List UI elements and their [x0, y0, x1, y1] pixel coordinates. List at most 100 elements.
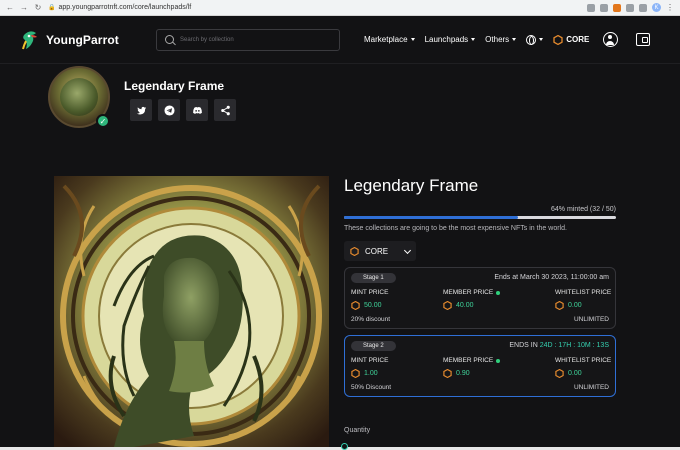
stage-discount: 20% discount	[351, 316, 391, 323]
minted-progress-bar	[344, 216, 616, 219]
minted-progress-text: 64% minted (32 / 50)	[551, 206, 616, 213]
mint-price-col: MINT PRICE 50.00	[351, 289, 388, 310]
twitter-button[interactable]	[130, 99, 152, 121]
logo-text: YoungParrot	[46, 32, 119, 47]
core-hex-icon	[555, 301, 564, 310]
discord-button[interactable]	[186, 99, 208, 121]
stage-badge: Stage 1	[351, 273, 396, 283]
verified-badge-icon: ✓	[96, 114, 110, 128]
address-bar[interactable]: 🔒 app.youngparrotnft.com/core/launchpads…	[48, 2, 581, 13]
core-hex-icon	[555, 369, 564, 378]
whitelist-price-label: WHITELIST PRICE	[555, 357, 612, 364]
stage-end-time: Ends at March 30 2023, 11:00:00 am	[494, 274, 609, 281]
globe-icon	[526, 34, 537, 45]
chain-dropdown-label: CORE	[365, 246, 389, 256]
member-price-label-text: MEMBER PRICE	[443, 289, 494, 296]
telegram-icon	[163, 104, 175, 116]
stage-countdown: ENDS IN 24D : 17H : 10M : 13S	[509, 342, 609, 349]
chain-dropdown[interactable]: CORE	[344, 241, 416, 261]
mint-panel: Legendary Frame 64% minted (32 / 50) The…	[344, 176, 616, 397]
whitelist-price-col: WHITELIST PRICE 0.00	[555, 289, 611, 310]
logo[interactable]: YoungParrot	[20, 29, 156, 51]
collection-header: ✓ Legendary Frame	[48, 66, 236, 128]
language-selector[interactable]	[526, 34, 544, 45]
member-price-label-text: MEMBER PRICE	[443, 357, 494, 364]
caret-down-icon	[539, 38, 544, 41]
whitelist-price-label: WHITELIST PRICE	[555, 289, 612, 296]
mint-price-label: MINT PRICE	[351, 357, 389, 364]
countdown-timer: 24D : 17H : 10M : 13S	[539, 342, 609, 349]
minted-progress-fill	[344, 216, 519, 219]
forward-icon[interactable]: →	[20, 3, 28, 12]
menu-launchpads[interactable]: Launchpads	[425, 35, 476, 44]
menu-marketplace-label: Marketplace	[364, 35, 408, 44]
core-hex-icon	[351, 301, 360, 310]
wallet-icon[interactable]	[636, 33, 651, 46]
menu-others[interactable]: Others	[485, 35, 517, 44]
extensions-icon[interactable]	[626, 3, 634, 12]
whitelist-price-col: WHITELIST PRICE 0.00	[555, 357, 611, 378]
menu-launchpads-label: Launchpads	[424, 35, 469, 44]
whitelist-price-value: 0.00	[555, 369, 611, 378]
parrot-logo-icon	[22, 30, 37, 49]
artwork-illustration	[54, 176, 329, 447]
stage-discount: 50% Discount	[351, 384, 392, 391]
back-icon[interactable]: ←	[6, 3, 14, 12]
mint-price-amount: 50.00	[364, 302, 382, 309]
caret-down-icon	[512, 38, 517, 41]
page: YoungParrot Search by collection Marketp…	[0, 16, 680, 450]
share-button[interactable]	[214, 99, 236, 121]
share-icon	[220, 105, 230, 115]
whitelist-price-amount: 0.00	[568, 370, 582, 377]
whitelist-price-amount: 0.00	[568, 302, 582, 309]
caret-down-icon	[471, 38, 476, 41]
member-price-col: MEMBER PRICE 0.90	[443, 357, 501, 378]
chain-selector[interactable]: CORE	[553, 34, 589, 45]
reload-icon[interactable]: ↻	[34, 3, 42, 12]
collection-avatar: ✓	[48, 66, 110, 128]
menu-marketplace[interactable]: Marketplace	[364, 35, 415, 44]
member-price-label: MEMBER PRICE	[443, 357, 501, 364]
main-menu: Marketplace Launchpads Others CORE	[364, 32, 651, 47]
mint-price-label: MINT PRICE	[351, 289, 389, 296]
stage-badge: Stage 2	[351, 341, 396, 351]
member-price-amount: 40.00	[456, 302, 474, 309]
member-price-col: MEMBER PRICE 40.00	[443, 289, 501, 310]
user-icon[interactable]	[603, 32, 619, 47]
member-price-amount: 0.90	[456, 370, 470, 377]
mint-price-value: 50.00	[351, 301, 388, 310]
search-input[interactable]: Search by collection	[156, 28, 340, 51]
social-links	[130, 99, 236, 121]
avatar-portrait	[60, 78, 98, 116]
top-nav: YoungParrot Search by collection Marketp…	[0, 16, 680, 64]
twitter-icon	[136, 106, 146, 114]
status-dot-icon	[496, 290, 501, 295]
member-price-value: 40.00	[443, 301, 500, 310]
profile-avatar[interactable]: K	[652, 3, 661, 12]
telegram-button[interactable]	[158, 99, 180, 121]
nft-artwork-image	[54, 176, 329, 447]
member-price-label: MEMBER PRICE	[443, 289, 501, 296]
caret-down-icon	[410, 38, 415, 41]
core-hex-icon	[443, 301, 452, 310]
stage-limit: UNLIMITED	[573, 316, 609, 323]
core-hex-icon	[351, 369, 360, 378]
core-hex-icon	[443, 369, 452, 378]
mint-price-amount: 1.00	[364, 370, 378, 377]
menu-icon[interactable]: ⋮	[666, 3, 674, 12]
quantity-label: Quantity	[344, 427, 371, 434]
stage-card[interactable]: Stage 1 Ends at March 30 2023, 11:00:00 …	[344, 267, 616, 329]
share-icon[interactable]	[587, 3, 595, 12]
stage-card-active[interactable]: Stage 2 ENDS IN 24D : 17H : 10M : 13S MI…	[344, 335, 616, 397]
star-icon[interactable]	[600, 3, 608, 12]
ends-in-label: ENDS IN	[509, 342, 538, 349]
core-hex-icon	[553, 34, 563, 45]
core-hex-icon	[350, 246, 359, 256]
stage-end-text: Ends at March 30 2023, 11:00:00 am	[494, 274, 609, 281]
sidebar-icon[interactable]	[639, 3, 647, 12]
search-placeholder: Search by collection	[180, 36, 234, 43]
collection-name: Legendary Frame	[124, 79, 225, 93]
stage-limit: UNLIMITED	[573, 384, 609, 391]
menu-others-label: Others	[485, 35, 510, 44]
metamask-icon[interactable]	[613, 3, 621, 12]
